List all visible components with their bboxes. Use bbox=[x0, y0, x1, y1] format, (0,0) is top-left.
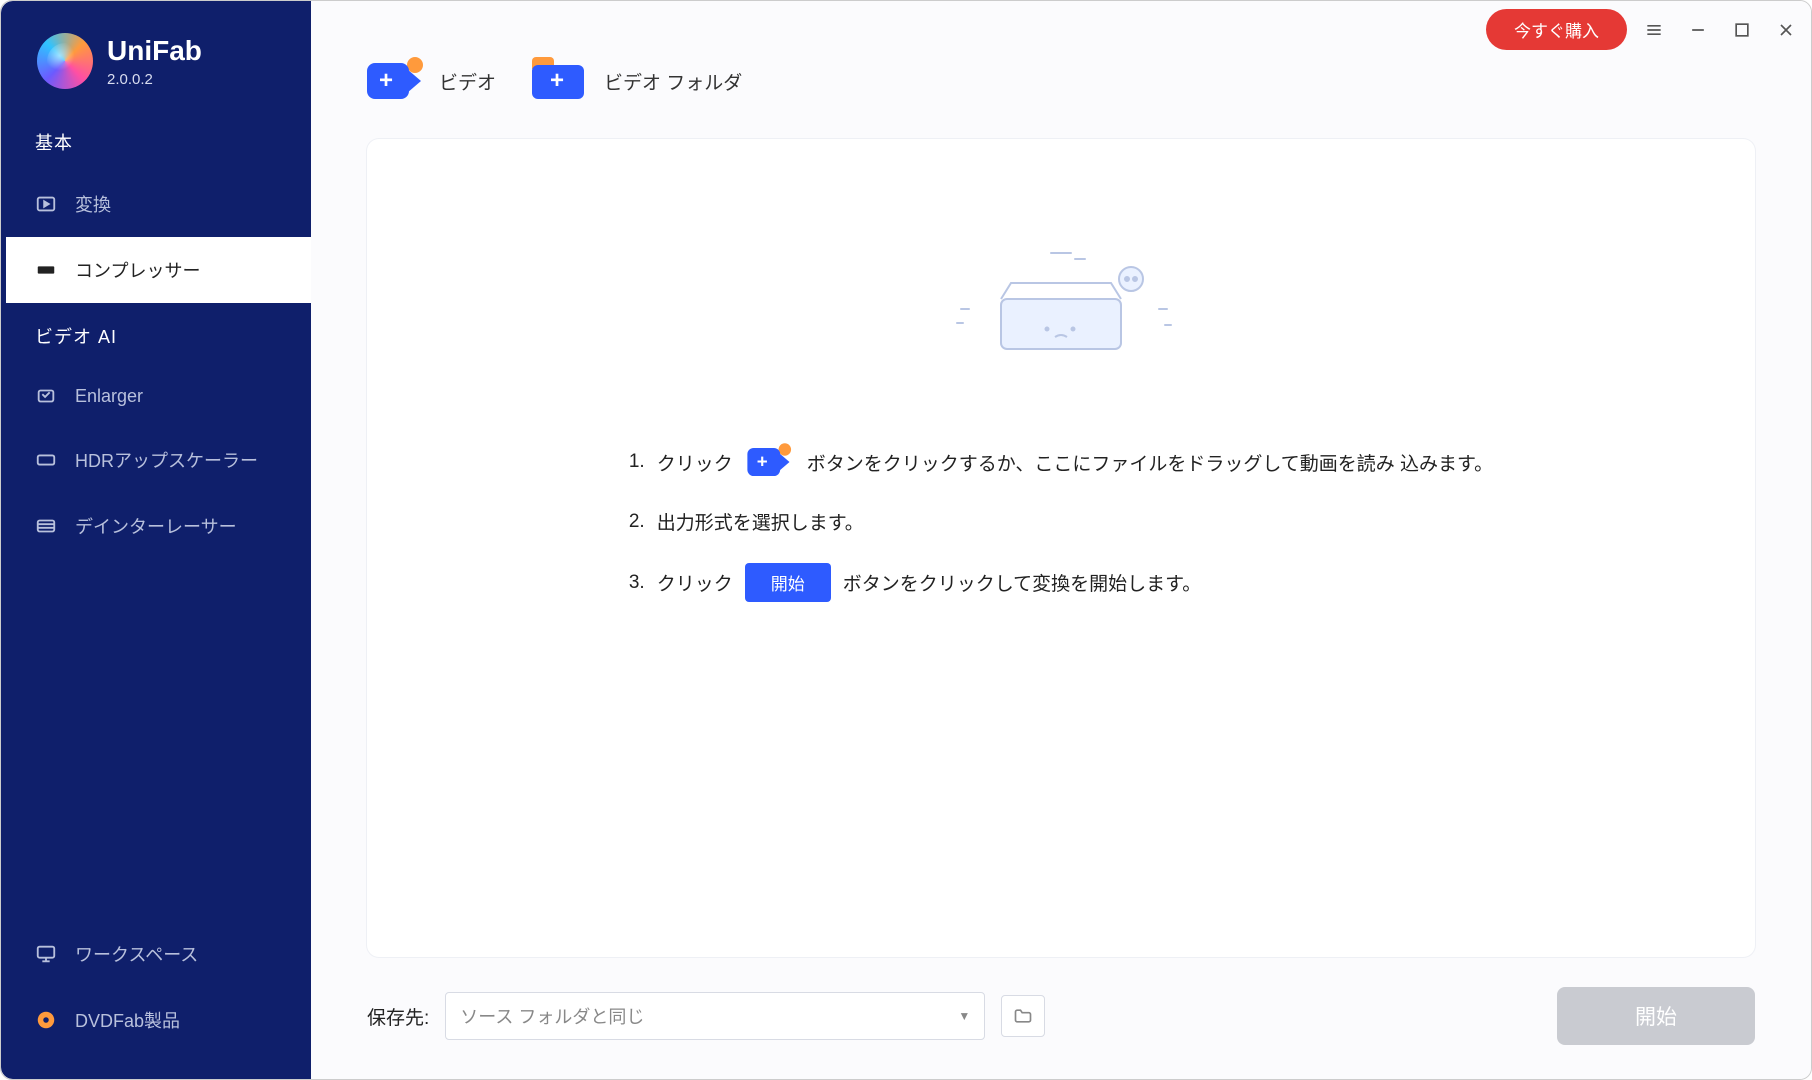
video-plus-icon: + bbox=[747, 443, 792, 480]
sidebar-item-compressor[interactable]: コンプレッサー bbox=[1, 237, 311, 303]
sidebar-item-enlarger[interactable]: Enlarger bbox=[1, 365, 311, 427]
maximize-icon[interactable] bbox=[1725, 13, 1759, 47]
add-folder-button[interactable]: + ビデオ フォルダ bbox=[532, 57, 742, 105]
add-folder-label: ビデオ フォルダ bbox=[604, 68, 742, 95]
empty-box-illustration-icon bbox=[921, 239, 1201, 384]
app-name: UniFab bbox=[107, 35, 202, 67]
brand-text: UniFab 2.0.0.2 bbox=[107, 35, 202, 88]
instruction-text: 出力形式を選択します。 bbox=[657, 508, 864, 535]
menu-icon[interactable] bbox=[1637, 13, 1671, 47]
video-plus-icon: + bbox=[367, 57, 425, 105]
folder-icon bbox=[1013, 1006, 1033, 1026]
browse-folder-button[interactable] bbox=[1001, 995, 1045, 1037]
instruction-text: クリック bbox=[657, 569, 733, 596]
instruction-text: ボタンをクリックして変換を開始します。 bbox=[843, 569, 1202, 596]
app-window: UniFab 2.0.0.2 基本 変換 コンプレッサー ビデオ AI Enla… bbox=[0, 0, 1812, 1080]
step-number: 3. bbox=[629, 572, 645, 594]
brand-block: UniFab 2.0.0.2 bbox=[1, 1, 311, 109]
minimize-icon[interactable] bbox=[1681, 13, 1715, 47]
buy-now-button[interactable]: 今すぐ購入 bbox=[1486, 9, 1627, 50]
folder-plus-icon: + bbox=[532, 57, 590, 105]
instruction-step-1: 1. クリック + ボタンをクリックするか、ここにファイルをドラッグして動画を読… bbox=[629, 444, 1493, 480]
instruction-text: クリック bbox=[657, 449, 733, 476]
sidebar-item-label: Enlarger bbox=[75, 386, 143, 407]
hdr-icon bbox=[35, 449, 57, 471]
monitor-icon bbox=[35, 943, 57, 965]
destination-value: ソース フォルダと同じ bbox=[460, 1003, 644, 1029]
titlebar: 今すぐ購入 bbox=[1486, 9, 1803, 50]
sidebar-item-dvdfab[interactable]: DVDFab製品 bbox=[1, 987, 311, 1053]
deinterlace-icon bbox=[35, 515, 57, 537]
app-logo-icon bbox=[37, 33, 93, 89]
instruction-step-3: 3. クリック 開始 ボタンをクリックして変換を開始します。 bbox=[629, 563, 1493, 602]
save-to-label: 保存先: bbox=[367, 1003, 429, 1030]
instructions: 1. クリック + ボタンをクリックするか、ここにファイルをドラッグして動画を読… bbox=[629, 444, 1493, 602]
destination-select[interactable]: ソース フォルダと同じ ▼ bbox=[445, 992, 985, 1040]
sidebar-item-convert[interactable]: 変換 bbox=[1, 171, 311, 237]
add-video-button[interactable]: + ビデオ bbox=[367, 57, 496, 105]
sidebar-item-workspace[interactable]: ワークスペース bbox=[1, 921, 311, 987]
dvdfab-icon bbox=[35, 1009, 57, 1031]
instruction-step-2: 2. 出力形式を選択します。 bbox=[629, 508, 1493, 535]
sidebar-item-hdr[interactable]: HDRアップスケーラー bbox=[1, 427, 311, 493]
start-badge: 開始 bbox=[745, 563, 831, 602]
sidebar-item-label: HDRアップスケーラー bbox=[75, 447, 258, 473]
sidebar: UniFab 2.0.0.2 基本 変換 コンプレッサー ビデオ AI Enla… bbox=[1, 1, 311, 1079]
sidebar-item-label: DVDFab製品 bbox=[75, 1007, 180, 1033]
chevron-down-icon: ▼ bbox=[958, 1009, 970, 1023]
play-icon bbox=[35, 193, 57, 215]
sidebar-section-basic: 基本 bbox=[1, 109, 311, 171]
step-number: 1. bbox=[629, 451, 645, 473]
sidebar-item-label: ワークスペース bbox=[75, 941, 198, 967]
close-icon[interactable] bbox=[1769, 13, 1803, 47]
enlarge-icon bbox=[35, 385, 57, 407]
sidebar-item-deinterlace[interactable]: デインターレーサー bbox=[1, 493, 311, 559]
footer-bar: 保存先: ソース フォルダと同じ ▼ 開始 bbox=[311, 957, 1811, 1079]
drop-panel[interactable]: 1. クリック + ボタンをクリックするか、ここにファイルをドラッグして動画を読… bbox=[367, 139, 1755, 957]
step-number: 2. bbox=[629, 511, 645, 533]
add-video-label: ビデオ bbox=[439, 68, 496, 95]
app-version: 2.0.0.2 bbox=[107, 71, 202, 88]
main-area: 今すぐ購入 + ビデオ + bbox=[311, 1, 1811, 1079]
sidebar-item-label: コンプレッサー bbox=[75, 257, 200, 283]
sidebar-section-ai: ビデオ AI bbox=[1, 303, 311, 365]
instruction-text: ボタンをクリックするか、ここにファイルをドラッグして動画を読み 込みます。 bbox=[807, 449, 1493, 476]
compress-icon bbox=[35, 259, 57, 281]
start-button[interactable]: 開始 bbox=[1557, 987, 1755, 1045]
sidebar-bottom: ワークスペース DVDFab製品 bbox=[1, 921, 311, 1079]
sidebar-item-label: 変換 bbox=[75, 191, 111, 217]
sidebar-item-label: デインターレーサー bbox=[75, 513, 237, 539]
